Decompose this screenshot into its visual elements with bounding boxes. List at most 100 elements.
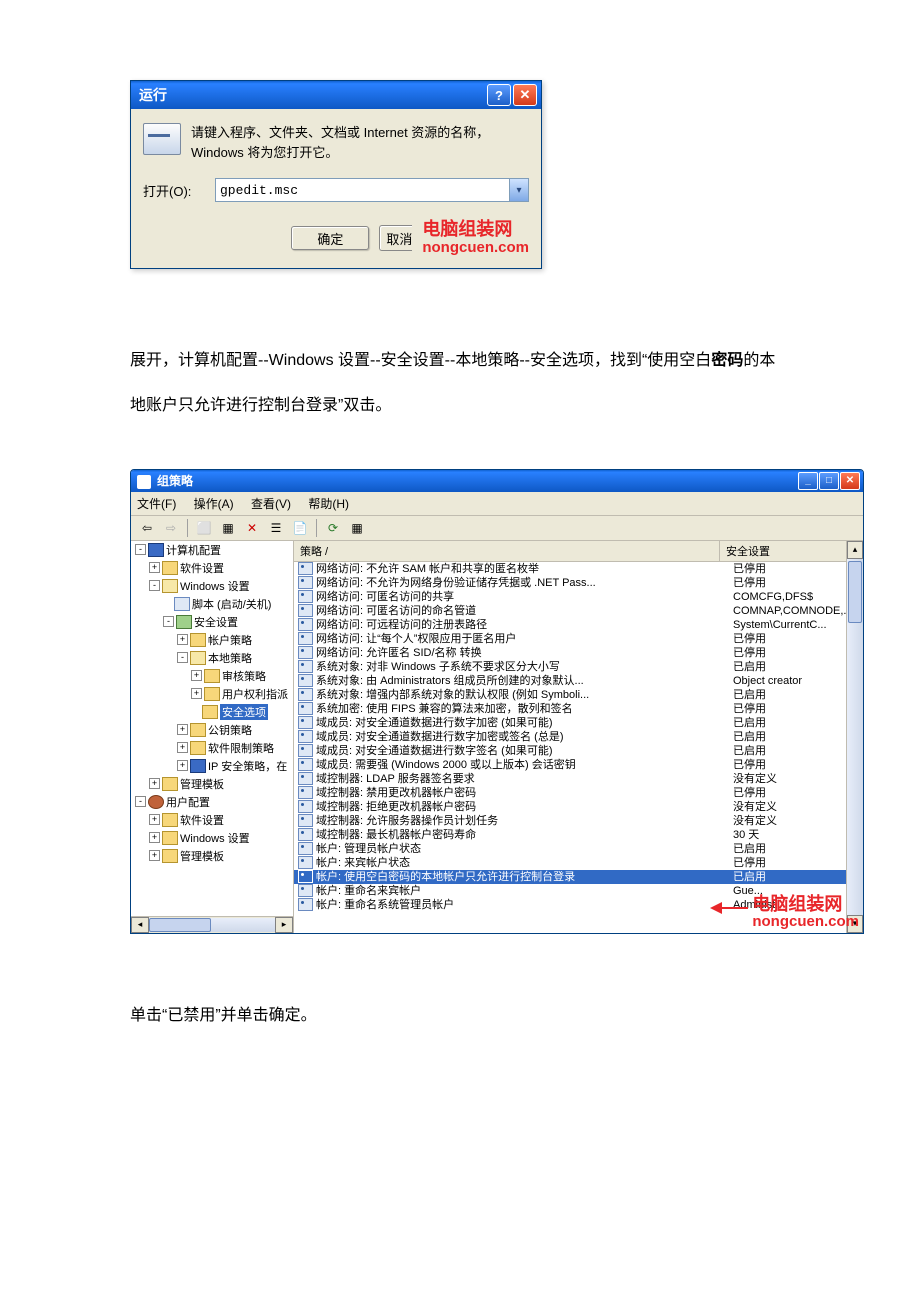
refresh-icon[interactable]: ⟳ (323, 518, 343, 538)
expand-icon[interactable]: + (149, 832, 160, 843)
policy-row[interactable]: 系统对象: 由 Administrators 组成员所创建的对象默认...Obj… (294, 674, 863, 688)
chevron-down-icon[interactable]: ▾ (509, 179, 528, 201)
expand-icon[interactable]: + (191, 670, 202, 681)
expand-icon[interactable]: + (149, 850, 160, 861)
close-icon[interactable]: ✕ (513, 84, 537, 106)
menu-action[interactable]: 操作(A) (194, 497, 234, 511)
collapse-icon[interactable]: - (135, 796, 146, 807)
policy-row[interactable]: 域成员: 需要强 (Windows 2000 或以上版本) 会话密钥已停用 (294, 758, 863, 772)
policy-setting: 没有定义 (733, 814, 863, 828)
policy-row[interactable]: 域控制器: 最长机器帐户密码寿命30 天 (294, 828, 863, 842)
up-icon[interactable]: ⬜ (194, 518, 214, 538)
forward-icon[interactable]: ⇨ (161, 518, 181, 538)
folder-icon (202, 705, 218, 719)
header-setting[interactable]: 安全设置 (720, 541, 863, 561)
menu-view[interactable]: 查看(V) (251, 497, 291, 511)
policy-row[interactable]: 网络访问: 允许匿名 SID/名称 转换已停用 (294, 646, 863, 660)
tree-node[interactable]: -Windows 设置 (131, 577, 293, 595)
cancel-button[interactable]: 取消 (379, 225, 412, 251)
tree-node[interactable]: +软件设置 (131, 811, 293, 829)
list-icon[interactable]: ▦ (218, 518, 238, 538)
tree-hscrollbar[interactable]: ◂ ▸ (131, 916, 293, 933)
expand-icon[interactable]: + (149, 778, 160, 789)
tree-node[interactable]: +管理模板 (131, 775, 293, 793)
tree-node[interactable]: 脚本 (启动/关机) (131, 595, 293, 613)
expand-icon[interactable]: + (177, 724, 188, 735)
policy-row[interactable]: 网络访问: 可匿名访问的共享COMCFG,DFS$ (294, 590, 863, 604)
expand-icon[interactable]: + (149, 814, 160, 825)
tree-node[interactable]: +审核策略 (131, 667, 293, 685)
policy-row[interactable]: 域控制器: 禁用更改机器帐户密码已停用 (294, 786, 863, 800)
policy-row[interactable]: 帐户: 使用空白密码的本地帐户只允许进行控制台登录已启用 (294, 870, 863, 884)
header-policy[interactable]: 策略 / (294, 541, 720, 561)
policy-row[interactable]: 网络访问: 不允许为网络身份验证储存凭据或 .NET Pass...已停用 (294, 576, 863, 590)
properties-icon[interactable]: ☰ (266, 518, 286, 538)
tree-node[interactable]: -本地策略 (131, 649, 293, 667)
policy-row[interactable]: 系统对象: 对非 Windows 子系统不要求区分大小写已启用 (294, 660, 863, 674)
policy-row[interactable]: 帐户: 来宾帐户状态已停用 (294, 856, 863, 870)
tree-node[interactable]: +软件设置 (131, 559, 293, 577)
expand-icon[interactable]: + (177, 634, 188, 645)
policy-row[interactable]: 帐户: 管理员帐户状态已启用 (294, 842, 863, 856)
list-vscrollbar[interactable]: ▴ ▾ (846, 541, 863, 933)
export-icon[interactable]: 📄 (290, 518, 310, 538)
open-combobox[interactable]: ▾ (215, 178, 529, 202)
policy-name: 域成员: 对安全通道数据进行数字签名 (如果可能) (316, 744, 553, 758)
scroll-thumb[interactable] (848, 561, 862, 623)
tree-node[interactable]: -用户配置 (131, 793, 293, 811)
run-titlebar[interactable]: 运行 ? ✕ (131, 81, 541, 109)
policy-row[interactable]: 网络访问: 可匿名访问的命名管道COMNAP,COMNODE,... (294, 604, 863, 618)
policy-row[interactable]: 网络访问: 不允许 SAM 帐户和共享的匿名枚举已停用 (294, 562, 863, 576)
policy-icon (298, 786, 313, 799)
policy-row[interactable]: 帐户: 重命名系统管理员帐户Administ (294, 898, 863, 912)
policy-row[interactable]: 域控制器: 拒绝更改机器帐户密码没有定义 (294, 800, 863, 814)
maximize-icon[interactable]: □ (819, 472, 839, 490)
policy-row[interactable]: 域控制器: LDAP 服务器签名要求没有定义 (294, 772, 863, 786)
policy-row[interactable]: 系统加密: 使用 FIPS 兼容的算法来加密，散列和签名已停用 (294, 702, 863, 716)
close-icon[interactable]: ✕ (840, 472, 860, 490)
scroll-up-icon[interactable]: ▴ (847, 541, 863, 559)
menu-help[interactable]: 帮助(H) (308, 497, 349, 511)
tree-node[interactable]: +IP 安全策略，在 (131, 757, 293, 775)
scroll-down-icon[interactable]: ▾ (847, 915, 863, 933)
tree-node[interactable]: +软件限制策略 (131, 739, 293, 757)
minimize-icon[interactable]: _ (798, 472, 818, 490)
expand-icon[interactable]: + (177, 742, 188, 753)
policy-row[interactable]: 域成员: 对安全通道数据进行数字签名 (如果可能)已启用 (294, 744, 863, 758)
policy-row[interactable]: 域成员: 对安全通道数据进行数字加密 (如果可能)已启用 (294, 716, 863, 730)
policy-row[interactable]: 网络访问: 让“每个人”权限应用于匿名用户已停用 (294, 632, 863, 646)
policy-row[interactable]: 域成员: 对安全通道数据进行数字加密或签名 (总是)已启用 (294, 730, 863, 744)
policy-row[interactable]: 域控制器: 允许服务器操作员计划任务没有定义 (294, 814, 863, 828)
tree-node[interactable]: 安全选项 (131, 703, 293, 721)
help-icon[interactable]: ? (487, 84, 511, 106)
scroll-thumb[interactable] (149, 918, 211, 932)
tree-node[interactable]: +公钥策略 (131, 721, 293, 739)
scroll-left-icon[interactable]: ◂ (131, 917, 149, 933)
collapse-icon[interactable]: - (135, 544, 146, 555)
ok-button[interactable]: 确定 (291, 226, 369, 250)
open-input[interactable] (216, 179, 509, 201)
tree-node[interactable]: +用户权利指派 (131, 685, 293, 703)
tree-node[interactable]: -计算机配置 (131, 541, 293, 559)
expand-icon[interactable]: + (177, 760, 188, 771)
gp-titlebar[interactable]: 组策略 _ □ ✕ (131, 470, 863, 492)
tree-node[interactable]: +帐户策略 (131, 631, 293, 649)
gp-list-header: 策略 / 安全设置 (294, 541, 863, 562)
policy-row[interactable]: 系统对象: 增强内部系统对象的默认权限 (例如 Symboli...已启用 (294, 688, 863, 702)
tree-node[interactable]: +管理模板 (131, 847, 293, 865)
back-icon[interactable]: ⇦ (137, 518, 157, 538)
tree-node[interactable]: +Windows 设置 (131, 829, 293, 847)
expand-icon[interactable]: + (149, 562, 160, 573)
policy-row[interactable]: 网络访问: 可远程访问的注册表路径System\CurrentC... (294, 618, 863, 632)
policy-row[interactable]: 帐户: 重命名来宾帐户Gue... (294, 884, 863, 898)
menu-file[interactable]: 文件(F) (137, 497, 176, 511)
expand-icon[interactable]: + (191, 688, 202, 699)
help-icon[interactable]: ▦ (347, 518, 367, 538)
delete-icon[interactable]: ✕ (242, 518, 262, 538)
tree-node[interactable]: -安全设置 (131, 613, 293, 631)
collapse-icon[interactable]: - (177, 652, 188, 663)
scroll-right-icon[interactable]: ▸ (275, 917, 293, 933)
collapse-icon[interactable]: - (149, 580, 160, 591)
collapse-icon[interactable]: - (163, 616, 174, 627)
policy-setting: 已启用 (733, 716, 863, 730)
